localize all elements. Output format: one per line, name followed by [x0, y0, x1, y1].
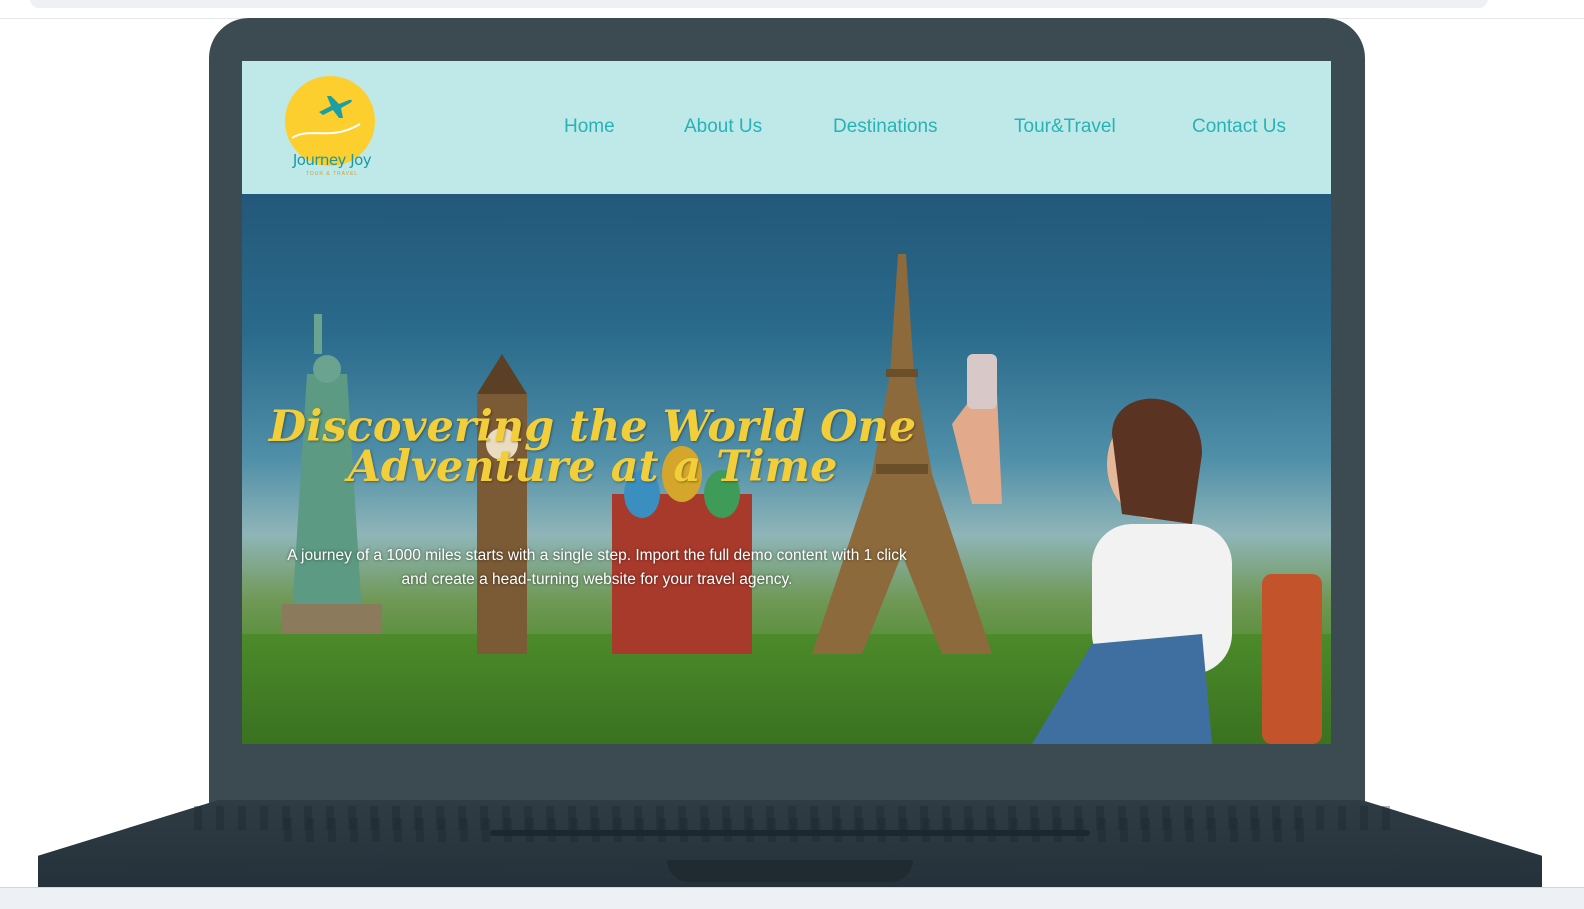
logo-tagline: TOUR & TRAVEL [305, 171, 359, 177]
keyboard-spacebar [490, 830, 1090, 836]
woman-selfie-illustration [952, 354, 1322, 744]
nav-tour-travel[interactable]: Tour&Travel [1014, 116, 1116, 138]
hero-headline-line-2: Adventure at a Time [347, 442, 838, 492]
hero-subtext-line-1: A journey of a 1000 miles starts with a … [287, 547, 907, 564]
nav-home[interactable]: Home [564, 116, 615, 138]
hero-subtext: A journey of a 1000 miles starts with a … [252, 544, 942, 592]
logo-name: Journey Joy [292, 151, 372, 169]
hero-headline-line-1: Discovering the World One [268, 402, 917, 452]
nav-about-us[interactable]: About Us [684, 116, 762, 138]
hero-subtext-line-2: and create a head-turning website for yo… [401, 571, 793, 588]
hero-section: Discovering the World One Adventure at a… [242, 194, 1331, 744]
site-navbar: Journey Joy TOUR & TRAVEL Home About Us … [242, 61, 1331, 194]
browser-bottom-bar [0, 887, 1584, 909]
nav-contact-us[interactable]: Contact Us [1192, 116, 1286, 138]
hero-headline: Discovering the World One Adventure at a… [260, 402, 925, 492]
address-bar[interactable] [30, 0, 1488, 8]
nav-destinations[interactable]: Destinations [833, 116, 938, 138]
laptop-notch [667, 860, 913, 882]
browser-top-bar [0, 0, 1584, 19]
flight-path-icon [291, 123, 361, 139]
laptop-screen: Journey Joy TOUR & TRAVEL Home About Us … [242, 61, 1331, 744]
big-ben-illustration [477, 354, 527, 654]
